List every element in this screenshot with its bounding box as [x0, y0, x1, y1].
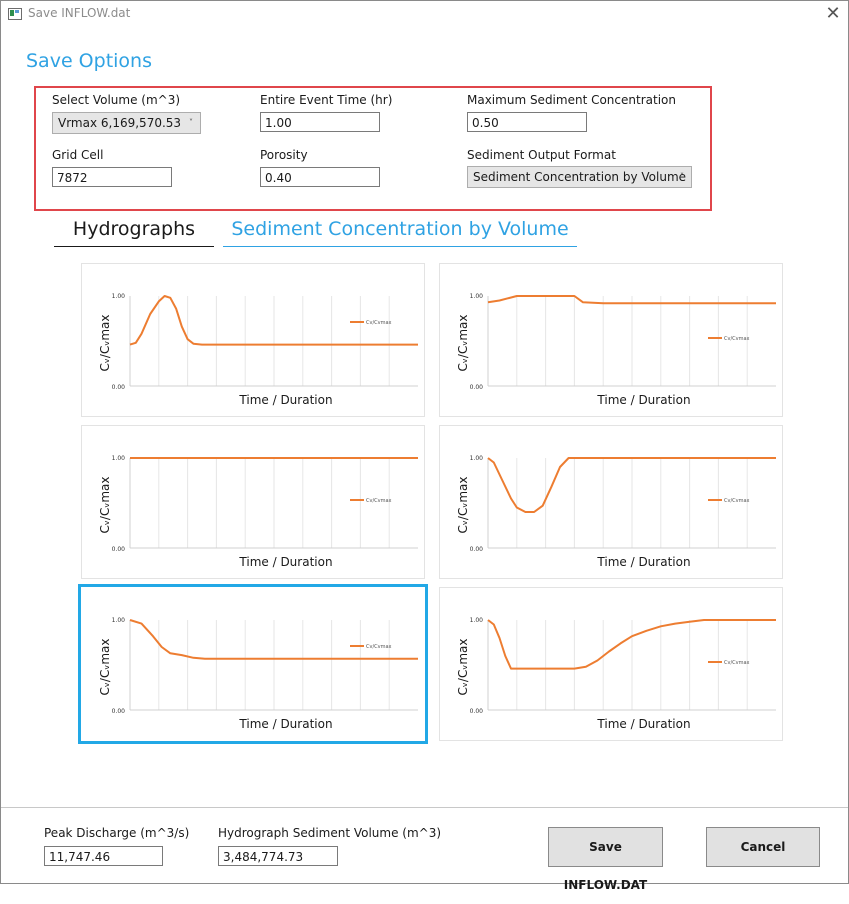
event-time-input[interactable]: 1.00 [260, 112, 380, 132]
legend-label: Cv/Cvmax [724, 336, 750, 342]
window-title: Save INFLOW.dat [28, 6, 131, 20]
y-axis-title: Cᵥ/Cᵥmax [456, 477, 470, 534]
y-tick-label: 1.00 [112, 617, 126, 624]
event-time-label: Entire Event Time (hr) [260, 93, 393, 107]
y-axis-title: Cᵥ/Cᵥmax [98, 477, 112, 534]
y-tick-label: 1.00 [470, 293, 484, 300]
tab-hydrographs[interactable]: Hydrographs [54, 214, 214, 247]
y-tick-label: 1.00 [112, 293, 126, 300]
footer-divider [1, 807, 848, 808]
y-tick-label: 0.00 [112, 384, 126, 391]
chart-svg: 1.00 0.00 Cᵥ/Cᵥmax Time / Duration Cv/Cvmax [456, 455, 776, 569]
max-sediment-input[interactable]: 0.50 [467, 112, 587, 132]
y-tick-label: 0.00 [470, 708, 484, 715]
legend-label: Cv/Cvmax [724, 498, 750, 504]
title-bar: Save INFLOW.dat ✕ [1, 1, 848, 29]
legend-label: Cv/Cvmax [724, 660, 750, 666]
sediment-format-label: Sediment Output Format [467, 148, 616, 162]
porosity-label: Porosity [260, 148, 308, 162]
peak-discharge-field[interactable]: 11,747.46 [44, 846, 163, 866]
y-tick-label: 1.00 [112, 455, 126, 462]
chart-svg: 1.00 0.00 Cᵥ/Cᵥmax Time / Duration Cv/Cvmax [98, 293, 418, 407]
x-axis-title: Time / Duration [596, 717, 690, 731]
x-axis-title: Time / Duration [596, 393, 690, 407]
chart-panel-6[interactable]: 1.00 0.00 Cᵥ/Cᵥmax Time / Duration Cv/Cvmax [439, 587, 783, 741]
chart-svg: 1.00 0.00 Cᵥ/Cᵥmax Time / Duration Cv/Cvmax [98, 455, 418, 569]
peak-discharge-label: Peak Discharge (m^3/s) [44, 826, 190, 840]
sediment-volume-label: Hydrograph Sediment Volume (m^3) [218, 826, 442, 840]
y-tick-label: 0.00 [112, 708, 126, 715]
chevron-down-icon: ˅ [189, 118, 193, 127]
close-icon[interactable]: ✕ [821, 3, 845, 25]
chart-panel-1[interactable]: 1.00 0.00 Cᵥ/Cᵥmax Time / Duration Cv/Cvmax [81, 263, 425, 417]
x-axis-title: Time / Duration [238, 555, 332, 569]
chevron-down-icon: ˅ [680, 172, 684, 181]
y-tick-label: 0.00 [470, 384, 484, 391]
y-axis-title: Cᵥ/Cᵥmax [98, 315, 112, 372]
legend-label: Cv/Cvmax [366, 498, 392, 504]
section-title: Save Options [26, 50, 152, 72]
y-axis-title: Cᵥ/Cᵥmax [456, 315, 470, 372]
chart-svg: 1.00 0.00 Cᵥ/Cᵥmax Time / Duration Cv/Cvmax [456, 293, 776, 407]
cancel-button[interactable]: Cancel [706, 827, 820, 867]
y-tick-label: 0.00 [112, 546, 126, 553]
select-volume-combobox[interactable]: Vrmax 6,169,570.53 ˅ [52, 112, 201, 134]
x-axis-title: Time / Duration [238, 393, 332, 407]
grid-cell-input[interactable]: 7872 [52, 167, 172, 187]
x-axis-title: Time / Duration [238, 717, 332, 731]
select-volume-label: Select Volume (m^3) [52, 93, 181, 107]
y-tick-label: 0.00 [470, 546, 484, 553]
chart-svg: 1.00 0.00 Cᵥ/Cᵥmax Time / Duration Cv/Cvmax [98, 617, 418, 731]
y-tick-label: 1.00 [470, 455, 484, 462]
y-axis-title: Cᵥ/Cᵥmax [98, 639, 112, 696]
chart-panel-3[interactable]: 1.00 0.00 Cᵥ/Cᵥmax Time / Duration Cv/Cvmax [81, 425, 425, 579]
y-axis-title: Cᵥ/Cᵥmax [456, 639, 470, 696]
legend-label: Cv/Cvmax [366, 320, 392, 326]
sediment-format-value: Sediment Concentration by Volume [473, 170, 687, 184]
legend-label: Cv/Cvmax [366, 644, 392, 650]
chart-svg: 1.00 0.00 Cᵥ/Cᵥmax Time / Duration Cv/Cvmax [456, 617, 776, 731]
grid-cell-label: Grid Cell [52, 148, 104, 162]
tab-sediment-concentration[interactable]: Sediment Concentration by Volume [223, 214, 577, 247]
select-volume-value: Vrmax 6,169,570.53 [58, 116, 182, 130]
chart-panel-5[interactable]: 1.00 0.00 Cᵥ/Cᵥmax Time / Duration Cv/Cvmax [78, 584, 428, 744]
sediment-volume-field[interactable]: 3,484,774.73 [218, 846, 338, 866]
max-sediment-label: Maximum Sediment Concentration [467, 93, 676, 107]
save-inflow-dialog: Save INFLOW.dat ✕ Save Options Select Vo… [0, 0, 849, 892]
chart-panel-4[interactable]: 1.00 0.00 Cᵥ/Cᵥmax Time / Duration Cv/Cvmax [439, 425, 783, 579]
save-inflow-button[interactable]: Save INFLOW.DAT [548, 827, 663, 892]
app-icon [8, 8, 22, 20]
x-axis-title: Time / Duration [596, 555, 690, 569]
porosity-input[interactable]: 0.40 [260, 167, 380, 187]
sediment-format-combobox[interactable]: Sediment Concentration by Volume ˅ [467, 166, 692, 188]
chart-panel-2[interactable]: 1.00 0.00 Cᵥ/Cᵥmax Time / Duration Cv/Cvmax [439, 263, 783, 417]
y-tick-label: 1.00 [470, 617, 484, 624]
